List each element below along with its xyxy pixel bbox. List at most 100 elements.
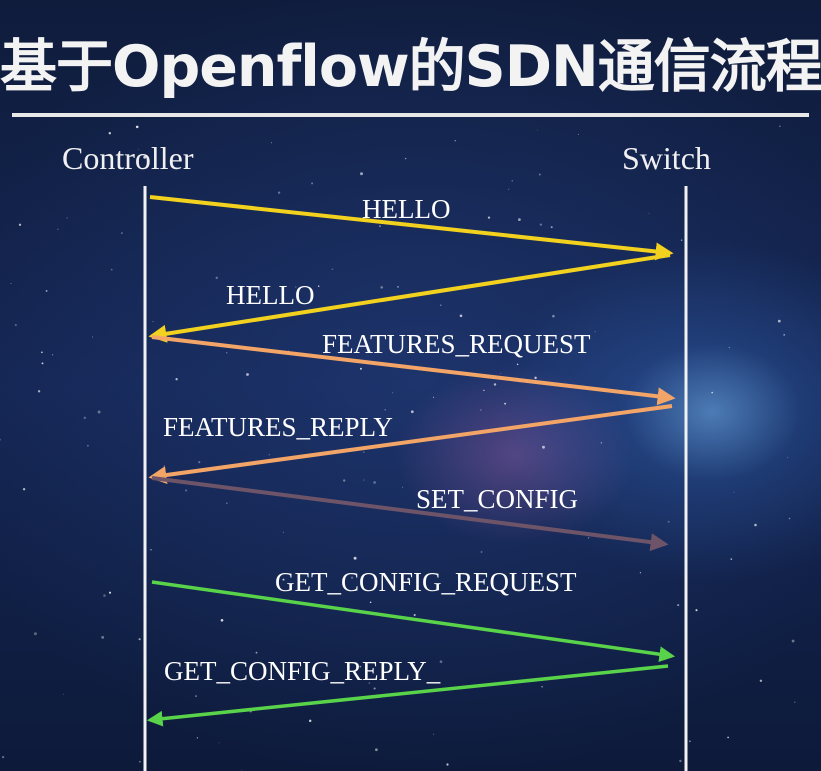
star [454, 139, 457, 142]
star [331, 268, 334, 271]
star [185, 489, 188, 492]
star [541, 686, 543, 688]
star [439, 304, 442, 306]
star [787, 456, 789, 458]
star [446, 763, 449, 766]
star [677, 604, 680, 607]
star [369, 601, 372, 604]
star [504, 402, 507, 405]
star [37, 390, 41, 393]
star [777, 319, 781, 323]
star [103, 594, 106, 597]
star [215, 276, 219, 280]
star [550, 226, 553, 229]
star [57, 228, 59, 230]
star [536, 129, 538, 131]
star [139, 760, 141, 763]
star [152, 320, 154, 322]
star [373, 481, 376, 484]
star [516, 363, 519, 366]
sequence-diagram: HELLO HELLO FEATURES_REQUEST FEATURES_RE… [0, 125, 796, 771]
hello-reply-label: HELLO [226, 280, 314, 310]
star [433, 733, 435, 735]
star [373, 687, 376, 690]
star [518, 218, 521, 222]
get-config-reply-label: GET_CONFIG_REPLY_ [164, 656, 441, 686]
star [542, 445, 545, 449]
star [375, 748, 378, 752]
star [51, 354, 54, 356]
star [404, 157, 407, 160]
star [33, 632, 37, 636]
star [378, 225, 381, 228]
star [759, 679, 763, 683]
star [794, 701, 796, 703]
star [587, 537, 590, 539]
star [220, 618, 224, 622]
star [493, 383, 497, 386]
star [308, 719, 312, 723]
star [121, 232, 123, 234]
star [594, 331, 596, 333]
slide: 基于Openflow的SDN通信流程 Controller Switch HEL… [0, 0, 821, 771]
star [353, 556, 357, 560]
star [194, 695, 197, 698]
star [198, 461, 201, 464]
star [135, 125, 139, 129]
star [83, 416, 87, 420]
star [138, 148, 139, 150]
star [196, 737, 199, 739]
star [487, 216, 491, 219]
star [150, 549, 152, 551]
star [282, 531, 284, 533]
star [392, 392, 393, 394]
set-config-label: SET_CONFIG [416, 484, 578, 514]
star [360, 172, 363, 176]
star [791, 639, 795, 643]
star [0, 438, 1, 441]
features-reply-label: FEATURES_REPLY [163, 412, 393, 442]
star [138, 638, 141, 641]
hello-request-label: HELLO [362, 194, 450, 224]
star [163, 465, 166, 467]
set-config-arrow [151, 476, 669, 552]
star [500, 372, 502, 374]
star [733, 491, 735, 493]
star [511, 179, 514, 182]
star [754, 523, 757, 527]
star [667, 520, 670, 523]
star [727, 736, 729, 739]
star [45, 289, 48, 292]
star [639, 572, 642, 574]
star [87, 444, 89, 447]
star [317, 285, 320, 288]
star [402, 486, 404, 488]
star [110, 268, 113, 271]
star [62, 693, 64, 695]
star [10, 282, 12, 285]
star [225, 352, 228, 354]
star [241, 769, 243, 771]
star [97, 410, 101, 414]
star [143, 155, 147, 159]
star [311, 182, 314, 185]
get-config-request-label: GET_CONFIG_REQUEST [275, 567, 577, 597]
star [480, 409, 482, 411]
star [480, 551, 483, 553]
star [384, 408, 387, 411]
star [363, 451, 365, 453]
features-request-label: FEATURES_REQUEST [322, 329, 591, 359]
star [695, 609, 698, 612]
star [18, 223, 22, 226]
star [413, 613, 416, 617]
star [22, 488, 26, 491]
star [277, 191, 281, 194]
star [363, 479, 365, 481]
star [483, 389, 485, 392]
star [410, 410, 414, 414]
star [679, 759, 682, 763]
star [577, 133, 579, 135]
star [552, 314, 555, 318]
star [397, 286, 399, 288]
star [730, 558, 733, 560]
